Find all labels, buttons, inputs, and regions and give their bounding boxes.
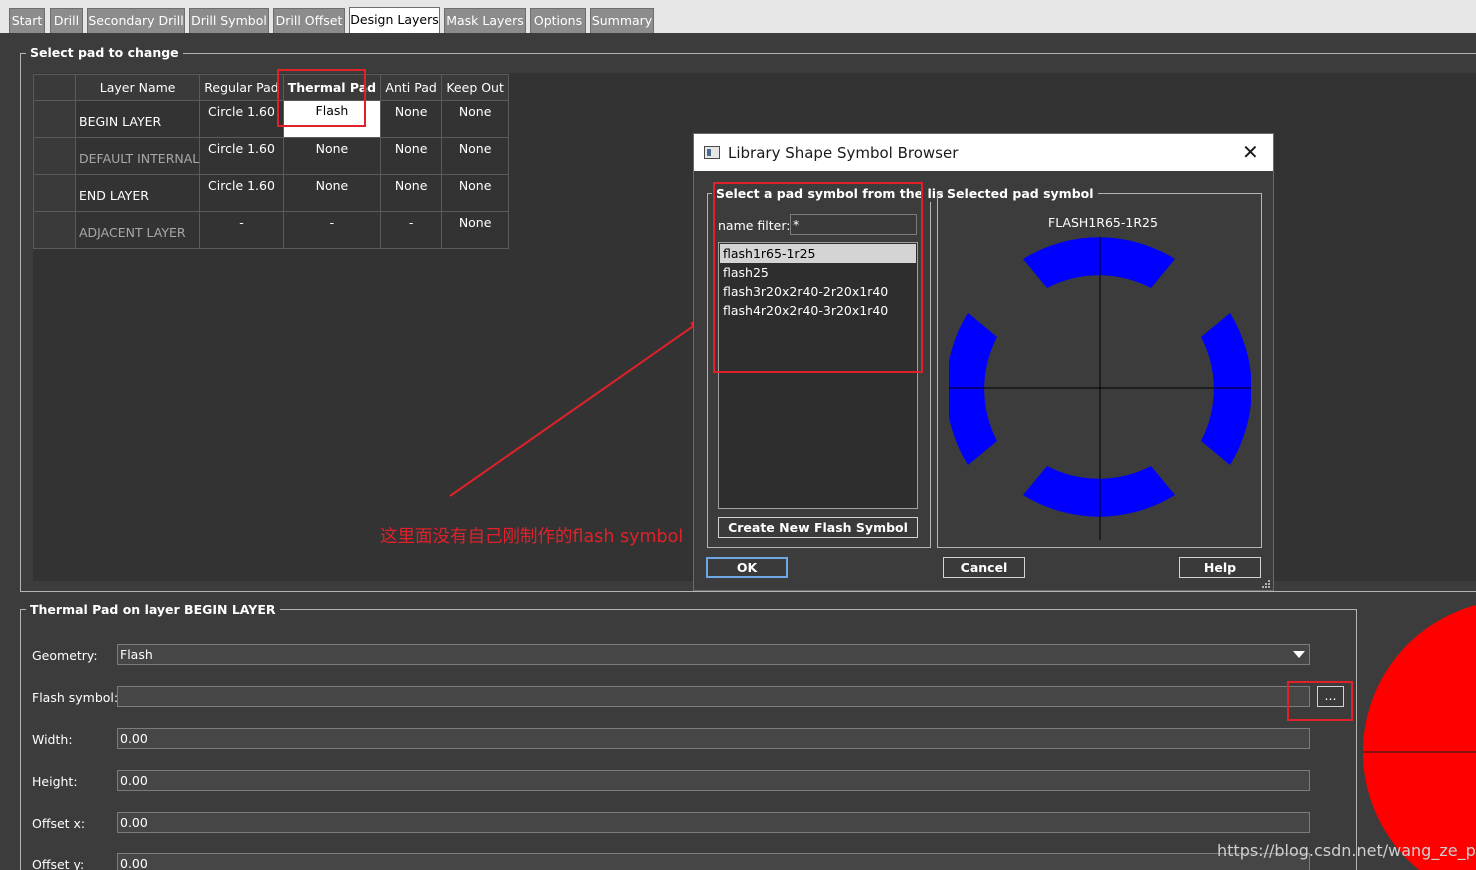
row-header[interactable]: [33, 137, 76, 175]
offset-x-field[interactable]: 0.00: [117, 812, 1310, 833]
resize-grip-icon[interactable]: [1260, 578, 1271, 589]
row-header[interactable]: [33, 174, 76, 212]
keep-out-cell[interactable]: None: [441, 100, 510, 138]
annotation-arrow: [449, 317, 706, 497]
keep-out-cell[interactable]: None: [441, 211, 510, 249]
col-regular-pad: Regular Pad: [199, 74, 284, 101]
regular-pad-cell[interactable]: -: [199, 211, 284, 249]
geometry-select[interactable]: Flash: [117, 644, 1310, 665]
flash-symbol-field[interactable]: [117, 686, 1310, 707]
preview-symbol-name: FLASH1R65-1R25: [1048, 215, 1158, 230]
anti-pad-cell[interactable]: -: [380, 211, 443, 249]
col-layer-name: Layer Name: [74, 74, 201, 101]
tab-summary[interactable]: Summary: [590, 8, 654, 33]
flash-symbol-label: Flash symbol:: [32, 690, 119, 705]
row-header[interactable]: [33, 100, 76, 138]
dialog-titlebar: Library Shape Symbol Browser ✕: [694, 134, 1273, 171]
tab-secondary-drill[interactable]: Secondary Drill: [87, 8, 185, 33]
tab-mask-layers[interactable]: Mask Layers: [444, 8, 526, 33]
tab-drill[interactable]: Drill: [50, 8, 83, 33]
anti-pad-cell[interactable]: None: [380, 100, 443, 138]
tab-drill-symbol[interactable]: Drill Symbol: [189, 8, 269, 33]
offset-x-label: Offset x:: [32, 816, 86, 831]
regular-pad-cell[interactable]: Circle 1.60: [199, 137, 284, 175]
watermark-text: https://blog.csdn.net/wang_ze_ping: [1217, 841, 1476, 860]
browse-button-highlight: [1287, 681, 1353, 721]
create-new-flash-symbol-button[interactable]: Create New Flash Symbol: [718, 517, 918, 538]
tab-design-layers[interactable]: Design Layers: [349, 7, 440, 33]
table-row[interactable]: ADJACENT LAYER - - - None: [33, 211, 510, 249]
offset-y-field[interactable]: 0.00: [117, 853, 1310, 870]
row-header[interactable]: [33, 211, 76, 249]
table-row[interactable]: DEFAULT INTERNAL Circle 1.60 None None N…: [33, 137, 510, 175]
ok-button[interactable]: OK: [706, 557, 788, 578]
geometry-value: Flash: [120, 647, 153, 662]
symbol-preview-canvas: [949, 237, 1251, 540]
annotation-text: 这里面没有自己刚制作的flash symbol: [380, 527, 684, 547]
symbol-list-highlight: [713, 182, 923, 373]
tab-drill-offset[interactable]: Drill Offset: [273, 8, 345, 33]
cancel-button[interactable]: Cancel: [943, 557, 1025, 578]
regular-pad-cell[interactable]: Circle 1.60: [199, 100, 284, 138]
thermal-pad-cell[interactable]: None: [282, 174, 382, 212]
tab-start[interactable]: Start: [9, 8, 45, 33]
help-button[interactable]: Help: [1179, 557, 1261, 578]
symbol-browser-dialog: Library Shape Symbol Browser ✕ Select a …: [693, 133, 1274, 591]
close-icon[interactable]: ✕: [1242, 141, 1259, 163]
geometry-label: Geometry:: [32, 648, 98, 663]
col-keep-out: Keep Out: [441, 74, 510, 101]
tab-strip: Start Drill Secondary Drill Drill Symbol…: [0, 0, 1476, 33]
dialog-title: Library Shape Symbol Browser: [728, 144, 959, 162]
arrow-line: [449, 319, 703, 497]
height-field[interactable]: 0.00: [117, 770, 1310, 791]
keep-out-cell[interactable]: None: [441, 174, 510, 212]
layer-name-cell[interactable]: BEGIN LAYER: [74, 100, 201, 138]
thermal-pad-cell[interactable]: -: [282, 211, 382, 249]
thermal-pad-group-title: Thermal Pad on layer BEGIN LAYER: [26, 602, 280, 618]
table-row[interactable]: BEGIN LAYER Circle 1.60 Flash None None: [33, 100, 510, 138]
anti-pad-cell[interactable]: None: [380, 174, 443, 212]
anti-pad-cell[interactable]: None: [380, 137, 443, 175]
tab-options[interactable]: Options: [530, 8, 586, 33]
pad-table: Layer Name Regular Pad Thermal Pad Anti …: [33, 74, 510, 249]
window-icon: [704, 146, 720, 159]
thermal-pad-highlight: [277, 69, 366, 127]
chevron-down-icon: [1293, 651, 1305, 658]
height-label: Height:: [32, 774, 78, 789]
layer-name-cell[interactable]: DEFAULT INTERNAL: [74, 137, 201, 175]
thermal-pad-cell[interactable]: None: [282, 137, 382, 175]
flash-spoke-right: [1201, 313, 1251, 465]
offset-y-label: Offset y:: [32, 857, 85, 870]
layer-name-cell[interactable]: END LAYER: [74, 174, 201, 212]
width-label: Width:: [32, 732, 73, 747]
col-anti-pad: Anti Pad: [380, 74, 443, 101]
table-corner: [33, 74, 76, 101]
pad-preview-circle: [1363, 605, 1476, 870]
selected-symbol-group-title: Selected pad symbol: [943, 186, 1098, 202]
select-pad-title: Select pad to change: [26, 45, 183, 61]
flash-spoke-left: [949, 313, 997, 465]
flash-spoke-top: [1023, 237, 1175, 288]
flash-spoke-bottom: [1023, 466, 1175, 517]
table-row[interactable]: END LAYER Circle 1.60 None None None: [33, 174, 510, 212]
regular-pad-cell[interactable]: Circle 1.60: [199, 174, 284, 212]
pad-preview: [1363, 605, 1476, 870]
width-field[interactable]: 0.00: [117, 728, 1310, 749]
keep-out-cell[interactable]: None: [441, 137, 510, 175]
layer-name-cell[interactable]: ADJACENT LAYER: [74, 211, 201, 249]
